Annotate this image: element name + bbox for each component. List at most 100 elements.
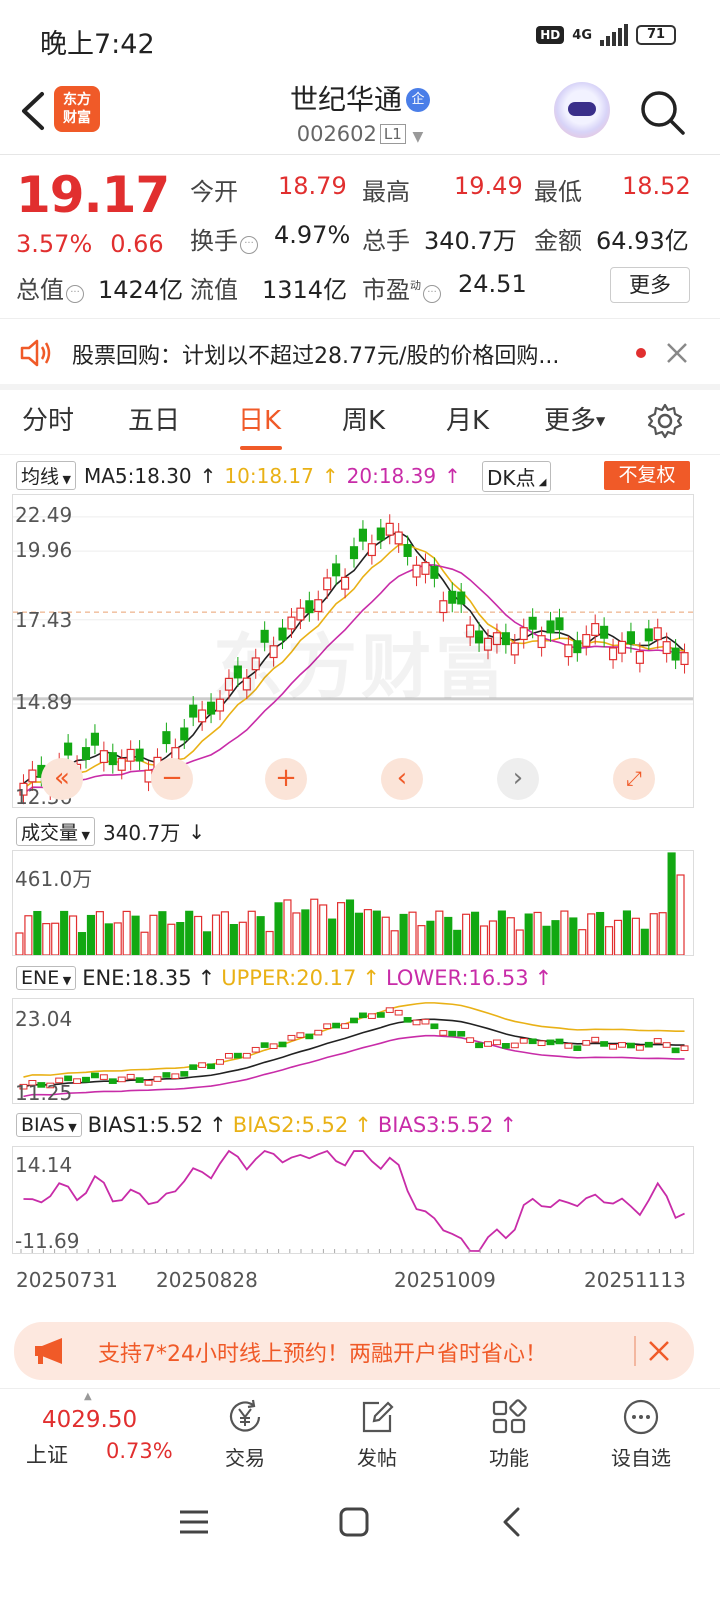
ene-candle — [73, 1078, 82, 1084]
back-nav-icon[interactable] — [500, 1506, 524, 1538]
next-icon[interactable]: › — [497, 758, 539, 800]
bias-select[interactable]: BIAS ▼ — [16, 1113, 82, 1137]
candle — [99, 750, 108, 764]
info-icon[interactable]: ··· — [240, 236, 258, 254]
tab-intraday[interactable]: 分时 — [22, 400, 74, 437]
search-icon[interactable] — [638, 88, 686, 136]
notice-bar[interactable]: 股票回购：计划以不超过28.77元/股的价格回购... — [0, 330, 720, 376]
ene-candle — [99, 1074, 108, 1080]
candle — [671, 647, 680, 661]
candle — [564, 644, 573, 658]
volume-bar — [68, 915, 78, 955]
volume-bar — [33, 910, 42, 955]
ene-candle — [484, 1041, 492, 1047]
tab-more[interactable]: 更多▼ — [544, 400, 605, 437]
volume-bar — [292, 912, 301, 955]
tab-weekly-k[interactable]: 周K — [342, 400, 385, 437]
volume-bar — [658, 912, 667, 955]
volume-bar — [104, 923, 113, 955]
ene-candle — [153, 1076, 162, 1082]
ene-select-label: ENE — [21, 967, 60, 989]
up-arrow-icon: ↑ — [197, 966, 216, 990]
tab-five-day[interactable]: 五日 — [128, 400, 180, 437]
close-icon[interactable] — [648, 1340, 670, 1362]
info-icon[interactable]: ··· — [423, 285, 441, 303]
yen-icon — [229, 1399, 261, 1432]
volume-bar — [462, 913, 471, 955]
pe-value: 24.51 — [458, 270, 527, 298]
nav-functions[interactable]: 功能 — [454, 1389, 564, 1471]
ene-candle — [394, 1009, 403, 1016]
nav-watchlist[interactable]: 设自选 — [586, 1389, 696, 1471]
home-icon[interactable] — [338, 1506, 370, 1538]
active-tab-indicator — [240, 446, 282, 450]
tab-monthly-k[interactable]: 月K — [446, 400, 489, 437]
ene-select[interactable]: ENE ▼ — [16, 966, 77, 990]
ma10-value: 10:18.17 — [224, 463, 314, 488]
scroll-left-fast-icon[interactable]: « — [41, 758, 83, 800]
low-value: 18.52 — [622, 172, 691, 200]
volume-bar — [506, 917, 515, 955]
ene-candle — [492, 1039, 501, 1046]
nav-trade[interactable]: 交易 — [190, 1389, 300, 1471]
volume-select[interactable]: 成交量 ▼ — [16, 817, 95, 846]
candle — [608, 647, 618, 661]
ene-candle — [582, 1040, 591, 1046]
candle — [180, 727, 189, 741]
volume-bar — [238, 921, 247, 955]
volume-bar — [15, 932, 24, 955]
stock-code-row[interactable]: 002602 L1 ▼ — [0, 122, 720, 146]
volume-chart[interactable]: 461.0万 — [12, 850, 694, 956]
turnover-value: 4.97% — [274, 221, 351, 249]
low-label: 最低 — [534, 178, 582, 206]
ma-select[interactable]: 均线 ▼ — [16, 461, 76, 490]
candle — [644, 628, 653, 642]
tab-daily-k[interactable]: 日K — [238, 400, 281, 437]
volume-bar — [256, 916, 265, 955]
nav-post[interactable]: 发帖 — [322, 1389, 432, 1471]
prev-icon[interactable]: ‹ — [381, 758, 423, 800]
candle — [448, 590, 457, 604]
battery-icon: 71 — [636, 25, 676, 45]
bias-chart[interactable]: 14.14 -11.69 — [12, 1146, 694, 1254]
gear-icon[interactable] — [646, 402, 684, 440]
volume-max-label: 461.0万 — [15, 867, 93, 891]
volume-bar — [140, 931, 149, 955]
volume-bar — [515, 929, 524, 955]
volume-bar — [471, 911, 480, 955]
zoom-out-icon[interactable]: − — [151, 758, 193, 800]
ene-candle — [216, 1059, 224, 1065]
index-ticker[interactable]: ▲ 4029.50 上证 0.73% — [0, 1389, 180, 1479]
promo-banner[interactable]: 支持7*24小时线上预约！两融开户省时省心！ — [14, 1322, 694, 1380]
candle — [591, 623, 600, 636]
close-icon[interactable] — [666, 342, 688, 364]
fullscreen-icon[interactable]: ⤢ — [613, 758, 655, 800]
candle — [81, 747, 91, 761]
zoom-in-icon[interactable]: + — [265, 758, 307, 800]
ene-candle — [555, 1038, 564, 1045]
kline-chart[interactable]: 东方财富 22.49 19.96 17.43 14.89 12.36 « − +… — [12, 494, 694, 809]
float-label: 流值 — [190, 276, 238, 304]
up-arrow-icon: ↑ — [209, 1113, 227, 1137]
assistant-robot-icon[interactable] — [554, 82, 610, 138]
ene-candle — [439, 1030, 448, 1036]
more-button[interactable]: 更多 — [610, 267, 690, 303]
volume-bar — [488, 920, 498, 955]
candle — [367, 543, 376, 557]
volume-bar — [649, 913, 658, 955]
info-icon[interactable]: ··· — [66, 285, 84, 303]
dk-select[interactable]: DK点 ◢ — [482, 461, 552, 492]
ene-candle — [278, 1041, 287, 1048]
ene-chart[interactable]: 23.04 11.25 — [12, 998, 694, 1105]
ene-candle — [537, 1040, 546, 1047]
ene-candle — [242, 1052, 251, 1059]
float-value: 1314亿 — [262, 276, 348, 304]
ene-candle — [644, 1041, 653, 1048]
up-arrow-icon: ↑ — [321, 463, 339, 488]
candle — [385, 522, 394, 536]
ene-svg — [19, 1002, 689, 1098]
adjust-button[interactable]: 不复权 — [604, 461, 690, 490]
ma-select-label: 均线 — [21, 466, 60, 488]
menu-icon[interactable] — [178, 1508, 210, 1536]
bottom-nav: ▲ 4029.50 上证 0.73% 交易 发帖 功能 设自选 — [0, 1388, 720, 1478]
